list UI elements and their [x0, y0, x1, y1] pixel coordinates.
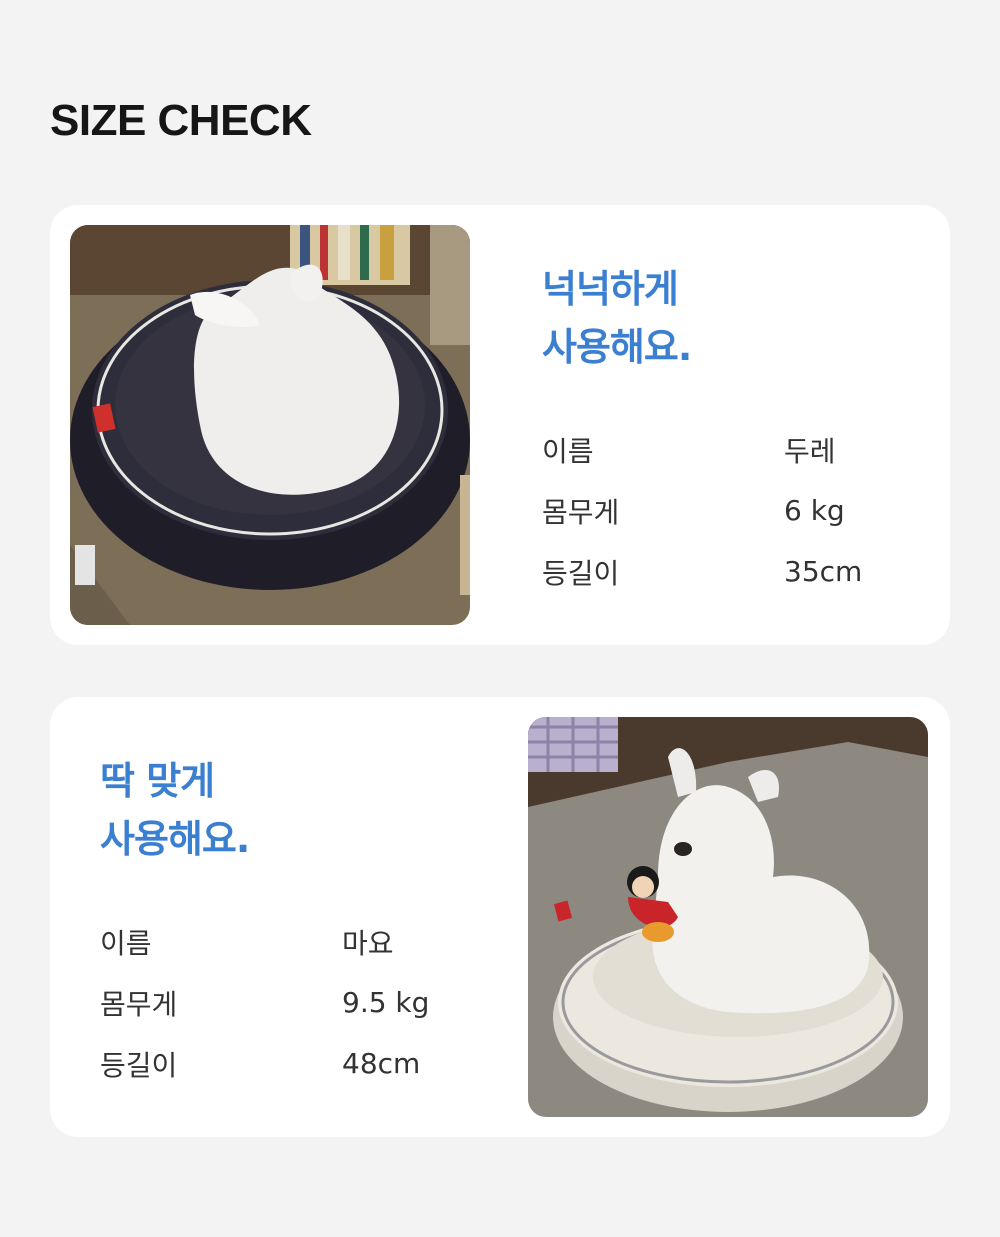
headline-line-2: 사용해요.: [542, 325, 692, 369]
size-card-mayo: 딱 맞게 사용해요. 이름 마요 몸무게 9.5 kg 등길이 48cm: [50, 697, 950, 1137]
spec-value: 35cm: [784, 555, 863, 588]
headline-line-2: 사용해요.: [100, 817, 250, 861]
info-block: 딱 맞게 사용해요. 이름 마요 몸무게 9.5 kg 등길이 48cm: [100, 752, 429, 1094]
spec-table: 이름 두레 몸무게 6 kg 등길이 35cm: [542, 419, 862, 602]
headline: 딱 맞게 사용해요.: [100, 752, 429, 868]
spec-value: 두레: [784, 434, 836, 468]
spec-label: 이름: [542, 434, 594, 468]
spec-label: 이름: [100, 926, 152, 960]
dog-photo-cream-cushion: [528, 717, 928, 1117]
spec-label: 등길이: [542, 556, 620, 590]
spec-value: 6 kg: [784, 494, 845, 527]
dog-photo-dark-cushion: [70, 225, 470, 625]
spec-value: 마요: [342, 926, 394, 960]
spec-value: 9.5 kg: [342, 986, 430, 1019]
headline-line-1: 넉넉하게: [542, 267, 679, 311]
spec-label: 몸무게: [100, 987, 178, 1021]
page-title: SIZE CHECK: [50, 96, 312, 145]
spec-row-weight: 몸무게 6 kg: [542, 480, 862, 541]
headline: 넉넉하게 사용해요.: [542, 260, 862, 376]
spec-row-weight: 몸무게 9.5 kg: [100, 972, 429, 1033]
spec-table: 이름 마요 몸무게 9.5 kg 등길이 48cm: [100, 911, 429, 1094]
spec-row-back-length: 등길이 35cm: [542, 541, 862, 602]
spec-row-back-length: 등길이 48cm: [100, 1033, 429, 1094]
size-card-doore: 넉넉하게 사용해요. 이름 두레 몸무게 6 kg 등길이 35cm: [50, 205, 950, 645]
info-block: 넉넉하게 사용해요. 이름 두레 몸무게 6 kg 등길이 35cm: [542, 260, 862, 602]
headline-line-1: 딱 맞게: [100, 759, 215, 803]
spec-label: 몸무게: [542, 495, 620, 529]
spec-label: 등길이: [100, 1048, 178, 1082]
spec-value: 48cm: [342, 1047, 421, 1080]
spec-row-name: 이름 두레: [542, 419, 862, 480]
spec-row-name: 이름 마요: [100, 911, 429, 972]
